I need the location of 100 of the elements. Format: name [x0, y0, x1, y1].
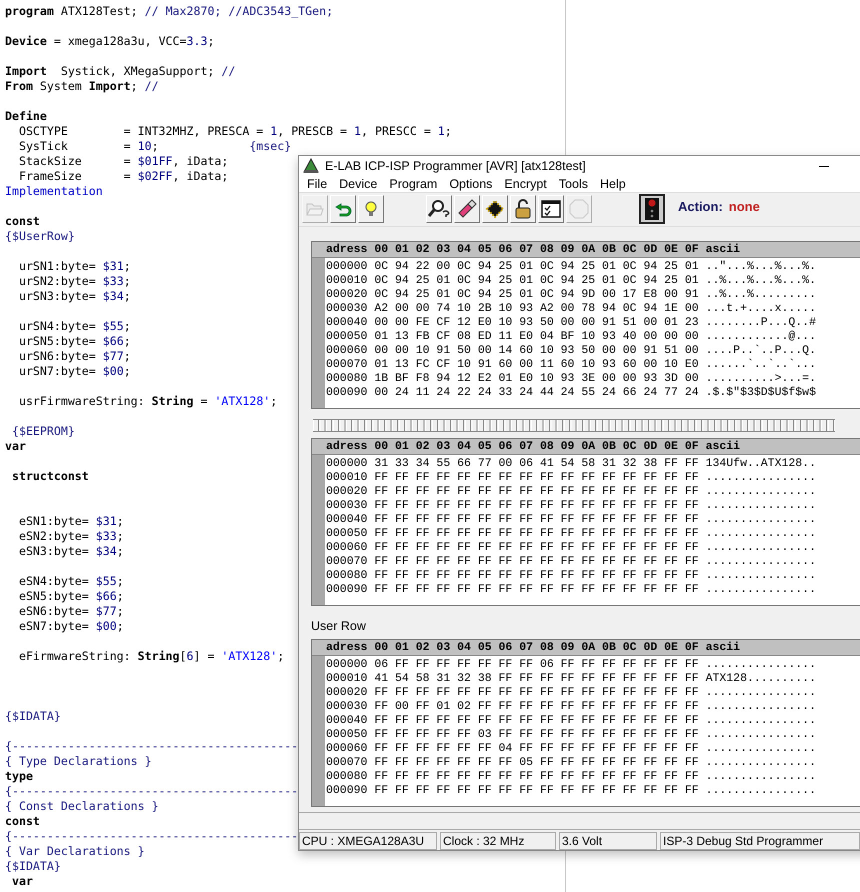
- menu-item[interactable]: File: [301, 177, 334, 192]
- code-line: Import Systick, XMegaSupport; //: [5, 64, 236, 79]
- code-line: const: [5, 814, 40, 829]
- ascii-cell: ................: [706, 784, 816, 798]
- address-cell: 000070: [326, 756, 368, 770]
- code-line: eSN3:byte= $34;: [18, 544, 124, 559]
- column-header: 04: [457, 640, 471, 655]
- address-cell: 000080: [326, 770, 368, 784]
- ascii-cell: ................: [706, 770, 816, 784]
- code-line: {-----------------------------------------: [5, 829, 298, 844]
- address-cell: 000010: [326, 672, 368, 686]
- column-header: ascii: [706, 438, 740, 454]
- column-header: 0E: [664, 640, 678, 655]
- code-line: const: [5, 214, 40, 229]
- code-line: urSN6:byte= $77;: [18, 349, 131, 364]
- column-header: 03: [436, 438, 450, 454]
- code-line: eSN7:byte= $00;: [18, 619, 124, 634]
- ascii-cell: ...t.+....x.....: [706, 302, 816, 316]
- code-line: eSN1:byte= $31;: [18, 514, 124, 529]
- menu-item[interactable]: Program: [383, 177, 444, 192]
- stop-sign-icon: [569, 199, 589, 220]
- address-cell: 000060: [326, 344, 368, 358]
- toolbar-button[interactable]: [426, 195, 452, 224]
- hex-bytes-cell: 06 FF FF FF FF FF FF FF 06 FF FF FF FF FF FF FF: [374, 658, 699, 672]
- address-cell: 000010: [326, 274, 368, 288]
- hex-bytes-cell: 0C 94 25 01 0C 94 25 01 0C 94 9D 00 17 E8 00 91: [374, 288, 699, 302]
- address-cell: 000040: [326, 714, 368, 728]
- ascii-cell: ................: [706, 470, 816, 485]
- ascii-cell: ....P..`..P...Q.: [706, 344, 816, 358]
- column-header: 01: [395, 438, 409, 454]
- column-header: ascii: [706, 242, 740, 257]
- padlock-icon: [515, 199, 531, 220]
- code-line: urSN3:byte= $34;: [18, 289, 131, 304]
- code-line: {$UserRow}: [5, 229, 75, 244]
- column-header: 09: [560, 640, 574, 655]
- ascii-cell: ..%...%...%...%.: [706, 274, 816, 288]
- menu-item[interactable]: Options: [443, 177, 498, 192]
- ascii-cell: ..%...%.........: [706, 288, 816, 302]
- code-line: program ATX128Test; // Max2870; //ADC3543_TGen;: [5, 4, 334, 19]
- toolbar-button[interactable]: [510, 195, 536, 224]
- undo-arrow-icon: [334, 201, 352, 218]
- traffic-light-icon[interactable]: [639, 194, 665, 224]
- column-header: 01: [395, 640, 409, 655]
- menu-item[interactable]: Tools: [552, 177, 594, 192]
- menu-item[interactable]: Device: [333, 177, 384, 192]
- column-header: 03: [436, 242, 450, 257]
- minimize-icon[interactable]: [819, 166, 829, 167]
- column-header: 0D: [643, 438, 658, 454]
- column-header: 06: [498, 242, 512, 257]
- menu-item[interactable]: Encrypt: [498, 177, 553, 192]
- code-line: eSN2:byte= $33;: [18, 529, 124, 544]
- status-cell: ISP-3 Debug Std Programmer: [660, 832, 860, 850]
- toolbar-button[interactable]: [358, 195, 384, 224]
- eraser-icon: [457, 199, 477, 220]
- column-header: 0D: [643, 640, 658, 655]
- hex-bytes-cell: FF FF FF FF FF FF FF FF FF FF FF FF FF FF FF FF: [374, 582, 699, 597]
- column-header: 02: [416, 640, 430, 655]
- code-line: urSN1:byte= $31;: [18, 259, 131, 274]
- hex-bytes-cell: A2 00 00 74 10 2B 10 93 A2 00 78 94 0C 94 1E 00: [374, 302, 699, 316]
- lightbulb-icon: [364, 200, 378, 218]
- ascii-cell: ..........>...=.: [706, 372, 816, 386]
- toolbar-button[interactable]: [454, 195, 480, 224]
- address-cell: 000050: [326, 728, 368, 742]
- address-cell: 000010: [326, 470, 368, 485]
- toolbar-button[interactable]: [482, 195, 508, 224]
- window-title: E-LAB ICP-ISP Programmer [AVR] [atx128test]: [325, 159, 586, 174]
- column-header: 02: [416, 438, 430, 454]
- column-header: adress: [326, 640, 368, 655]
- hex-bytes-cell: 01 13 FC CF 10 91 60 00 11 60 10 93 60 00 10 E0: [374, 358, 699, 372]
- action-label: Action:: [678, 199, 723, 214]
- column-header: 00: [374, 438, 388, 454]
- menu-item[interactable]: Help: [594, 177, 632, 192]
- column-header: 08: [540, 242, 554, 257]
- ascii-cell: ......`..`..`...: [706, 358, 816, 372]
- ascii-cell: ................: [706, 582, 816, 597]
- ascii-cell: ATX128..........: [706, 672, 816, 686]
- app-logo-icon: [303, 158, 319, 174]
- checklist-window-icon: [541, 200, 561, 218]
- code-line: var: [5, 439, 26, 454]
- toolbar-button[interactable]: [538, 195, 564, 224]
- hex-bytes-cell: FF FF FF FF FF FF FF FF FF FF FF FF FF FF FF FF: [374, 686, 699, 700]
- hex-bytes-cell: FF FF FF FF FF FF FF FF FF FF FF FF FF FF FF FF: [374, 784, 699, 798]
- code-line: Device = xmega128a3u, VCC=3.3;: [5, 34, 214, 49]
- toolbar-button[interactable]: [330, 195, 356, 224]
- code-line: usrFirmwareString: String = 'ATX128';: [18, 394, 278, 409]
- hex-bytes-cell: FF FF FF FF FF FF FF FF FF FF FF FF FF FF FF FF: [374, 526, 699, 541]
- code-line: FrameSize = $02FF, iData;: [18, 169, 228, 184]
- ascii-cell: ................: [706, 714, 816, 728]
- column-header: 03: [436, 640, 450, 655]
- column-header: 0A: [581, 438, 596, 454]
- column-header: 04: [457, 438, 471, 454]
- hex-bytes-cell: 01 13 FB CF 08 ED 11 E0 04 BF 10 93 40 00 00 00: [374, 330, 699, 344]
- code-line: structconst: [10, 469, 89, 484]
- code-line: StackSize = $01FF, iData;: [18, 154, 228, 169]
- address-cell: 000030: [326, 302, 368, 316]
- hex-bytes-cell: FF FF FF FF FF FF FF FF FF FF FF FF FF FF FF FF: [374, 498, 699, 513]
- column-header: 0E: [664, 438, 678, 454]
- column-header: 05: [478, 438, 492, 454]
- hex-bytes-cell: 00 00 10 91 50 00 14 60 10 93 50 00 00 91 51 00: [374, 344, 699, 358]
- ascii-cell: ................: [706, 554, 816, 569]
